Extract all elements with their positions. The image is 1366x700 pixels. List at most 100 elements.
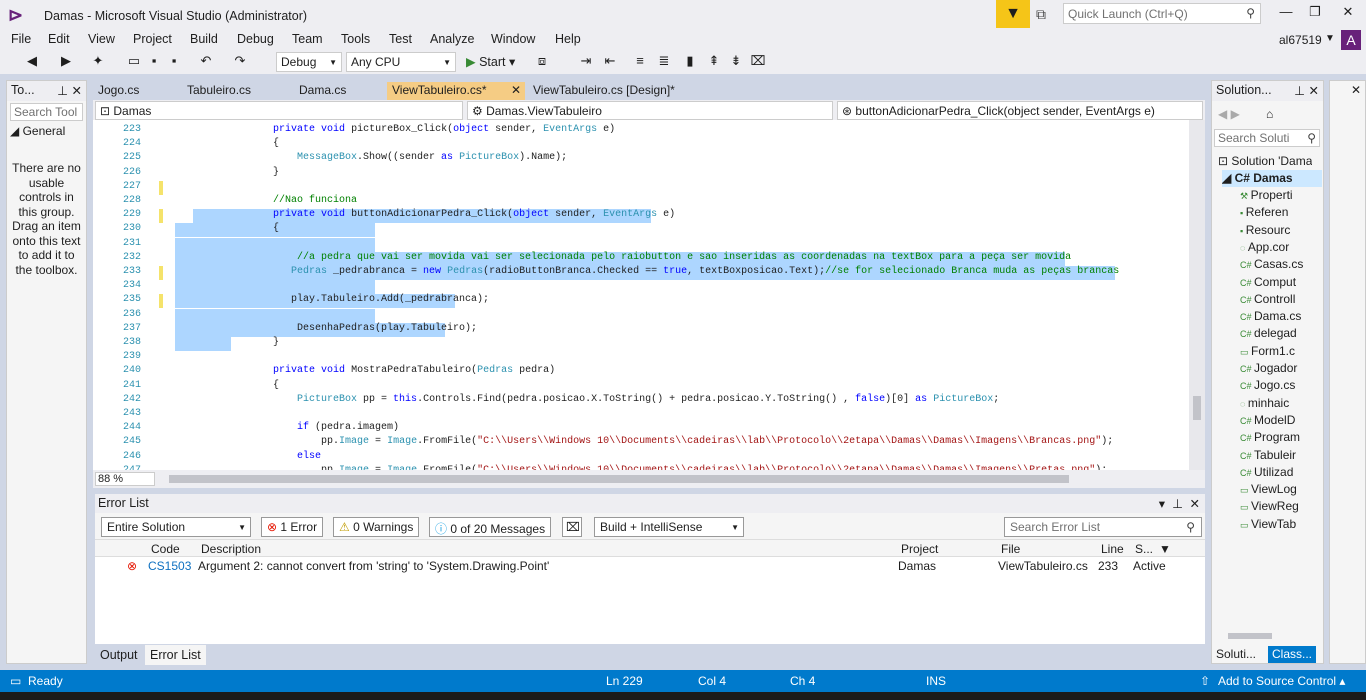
scope-select[interactable]: Entire Solution ▼ xyxy=(101,517,251,537)
save-icon[interactable]: ▪ xyxy=(146,53,162,69)
column-suppression-state[interactable]: S... xyxy=(1135,542,1153,556)
avatar[interactable]: A xyxy=(1341,30,1361,50)
open-file-icon[interactable]: ▭ xyxy=(126,53,142,69)
tab-error-list[interactable]: Error List xyxy=(145,645,206,665)
code-line[interactable]: 225 MessageBox.Show((sender as PictureBo… xyxy=(93,152,1189,166)
dropdown-icon[interactable]: ▾ xyxy=(1159,496,1165,511)
errors-filter-button[interactable]: ⊗ 1 Error xyxy=(261,517,324,537)
restore-button[interactable]: ❐ xyxy=(1297,4,1333,24)
build-source-select[interactable]: Build + IntelliSense ▼ xyxy=(594,517,744,537)
table-row[interactable]: ⊗ CS1503 Argument 2: cannot convert from… xyxy=(95,557,1205,577)
pin-icon[interactable]: ⊥ xyxy=(1172,496,1183,511)
menu-file[interactable]: File xyxy=(11,32,31,46)
new-project-icon[interactable]: ✦ xyxy=(90,53,106,69)
navigate-forward-icon[interactable]: ▶ xyxy=(58,53,74,69)
vertical-scrollbar[interactable] xyxy=(1189,120,1205,470)
error-code-link[interactable]: CS1503 xyxy=(148,559,191,573)
solution-tree-item[interactable]: C# Jogo.cs xyxy=(1240,377,1322,394)
back-icon[interactable]: ◀ ▶ xyxy=(1218,106,1240,123)
code-line[interactable]: 231 xyxy=(93,237,1189,252)
solution-tree-item[interactable]: ▪ Resourc xyxy=(1240,222,1322,239)
solution-tree-item[interactable]: C# Utilizad xyxy=(1240,464,1322,481)
menu-test[interactable]: Test xyxy=(389,32,412,46)
solution-tree-item[interactable]: C# Casas.cs xyxy=(1240,256,1322,273)
solution-platform-select[interactable]: Any CPU ▼ xyxy=(346,52,456,72)
uncomment-icon[interactable]: ≣ xyxy=(656,53,672,69)
next-bookmark-icon[interactable]: ⇟ xyxy=(728,53,744,69)
close-icon[interactable]: ✕ xyxy=(1351,83,1361,97)
menu-build[interactable]: Build xyxy=(190,32,218,46)
code-line[interactable]: 223 private void pictureBox_Click(object… xyxy=(93,124,1189,138)
messages-filter-button[interactable]: ⓘ 0 of 20 Messages xyxy=(429,517,552,537)
code-line[interactable]: 228 //Nao funciona xyxy=(93,195,1189,209)
close-icon[interactable]: ✕ xyxy=(511,83,521,97)
solution-tree-item[interactable]: ⚒ Properti xyxy=(1240,187,1322,204)
code-line[interactable]: 235 play.Tabuleiro.Add(_pedrabranca); xyxy=(93,294,1189,309)
comment-icon[interactable]: ≡ xyxy=(632,53,648,69)
tab-tabuleiro[interactable]: Tabuleiro.cs xyxy=(182,82,256,100)
close-icon[interactable]: ✕ xyxy=(1309,83,1319,98)
menu-analyze[interactable]: Analyze xyxy=(430,32,474,46)
tab-jogo[interactable]: Jogo.cs xyxy=(93,82,144,100)
solution-tree-item[interactable]: ◌ App.cor xyxy=(1240,239,1322,256)
feedback-icon[interactable]: ⧉ xyxy=(1036,6,1046,23)
column-description[interactable]: Description xyxy=(201,542,261,556)
search-error-list-input[interactable]: Search Error List ⚲ xyxy=(1004,517,1202,537)
tab-class-view[interactable]: Class... xyxy=(1268,646,1317,663)
redo-icon[interactable]: ↷ xyxy=(232,53,248,69)
solution-tree-item[interactable]: C# Tabuleir xyxy=(1240,447,1322,464)
member-dropdown[interactable]: ⊛ buttonAdicionarPedra_Click(object send… xyxy=(837,101,1203,120)
solution-tree-item[interactable]: ▭ Form1.c xyxy=(1240,343,1322,360)
code-line[interactable]: 245 pp.Image = Image.FromFile("C:\\Users… xyxy=(93,436,1189,450)
code-line[interactable]: 242 PictureBox pp = this.Controls.Find(p… xyxy=(93,394,1189,408)
column-line[interactable]: Line xyxy=(1101,542,1124,556)
code-line[interactable]: 233 Pedras _pedrabranca = new Pedras(rad… xyxy=(93,266,1189,280)
code-line[interactable]: 244 if (pedra.imagem) xyxy=(93,422,1189,436)
solution-root[interactable]: ⊡ Solution 'Dama xyxy=(1218,153,1312,170)
scrollbar-thumb[interactable] xyxy=(1228,633,1272,639)
menu-tools[interactable]: Tools xyxy=(341,32,370,46)
chevron-down-icon[interactable]: ▼ xyxy=(1325,33,1335,44)
code-line[interactable]: 224 { xyxy=(93,138,1189,152)
warnings-filter-button[interactable]: ⚠ 0 Warnings xyxy=(333,517,420,537)
solution-tree-item[interactable]: C# Jogador xyxy=(1240,360,1322,377)
prev-bookmark-icon[interactable]: ⇞ xyxy=(706,53,722,69)
navigate-back-icon[interactable]: ◀ xyxy=(24,53,40,69)
toolbox-search-input[interactable]: Search Tool xyxy=(10,103,83,121)
solution-tree-item[interactable]: C# delegad xyxy=(1240,325,1322,342)
code-line[interactable]: 236 xyxy=(93,308,1189,323)
menu-edit[interactable]: Edit xyxy=(48,32,70,46)
solution-tree-item[interactable]: ◌ minhaic xyxy=(1240,395,1322,412)
toolbox-group-general[interactable]: ◢ General xyxy=(10,124,65,138)
solution-tree-item[interactable]: C# ModelD xyxy=(1240,412,1322,429)
menu-window[interactable]: Window xyxy=(491,32,535,46)
close-button[interactable]: ✕ xyxy=(1330,4,1366,24)
code-line[interactable]: 239 xyxy=(93,351,1189,365)
horizontal-scrollbar[interactable] xyxy=(1214,631,1322,641)
undo-icon[interactable]: ↶ xyxy=(198,53,214,69)
column-file[interactable]: File xyxy=(1001,542,1020,556)
code-line[interactable]: 230 { xyxy=(93,223,1189,238)
solution-tree-item[interactable]: ▭ ViewReg xyxy=(1240,498,1322,515)
browser-link-icon[interactable]: ⧈ xyxy=(534,53,550,69)
home-icon[interactable]: ⌂ xyxy=(1266,106,1273,123)
filter-icon[interactable]: ▼ xyxy=(1159,542,1171,556)
code-line[interactable]: 226 } xyxy=(93,167,1189,181)
tab-viewtabuleiro-design[interactable]: ViewTabuleiro.cs [Design]* xyxy=(528,82,680,100)
notification-flag-icon[interactable]: ▼ xyxy=(996,0,1030,28)
solution-tree-item[interactable]: C# Comput xyxy=(1240,274,1322,291)
column-code[interactable]: Code xyxy=(151,542,180,556)
code-line[interactable]: 238 } xyxy=(93,337,1189,351)
toolbox-empty-message[interactable]: There are no usable controls in this gro… xyxy=(9,161,84,277)
code-line[interactable]: 237 DesenhaPedras(play.Tabuleiro); xyxy=(93,322,1189,337)
step-over-icon[interactable]: ⇥ xyxy=(578,53,594,69)
menu-team[interactable]: Team xyxy=(292,32,323,46)
tab-solution-explorer[interactable]: Soluti... xyxy=(1212,646,1261,663)
project-node[interactable]: ◢ C# Damas xyxy=(1222,170,1322,187)
code-line[interactable]: 232 //a pedra que vai ser movida vai ser… xyxy=(93,251,1189,266)
class-dropdown[interactable]: ⚙ Damas.ViewTabuleiro xyxy=(467,101,833,120)
code-line[interactable]: 241 { xyxy=(93,380,1189,394)
close-icon[interactable]: ✕ xyxy=(1190,496,1200,511)
menu-project[interactable]: Project xyxy=(133,32,172,46)
code-line[interactable]: 240 private void MostraPedraTabuleiro(Pe… xyxy=(93,365,1189,379)
